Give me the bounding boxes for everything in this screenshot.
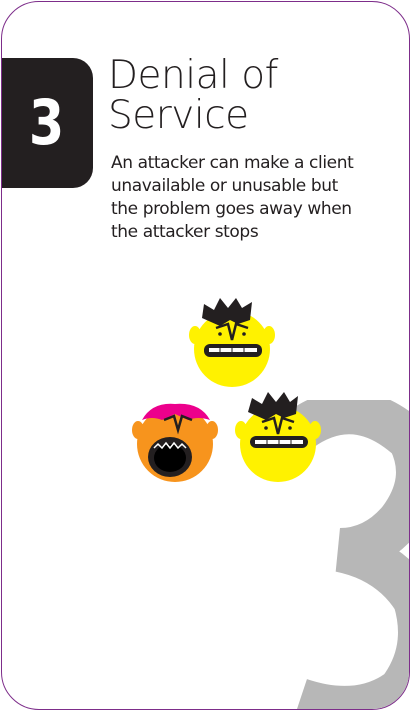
- angry-yellow-face-icon: [189, 298, 275, 387]
- angry-yellow-face-icon: [235, 392, 321, 482]
- illustration: [132, 298, 321, 482]
- screaming-orange-face-icon: [132, 403, 218, 482]
- threat-card: 3 Denial of Service An attacker can make…: [1, 1, 410, 710]
